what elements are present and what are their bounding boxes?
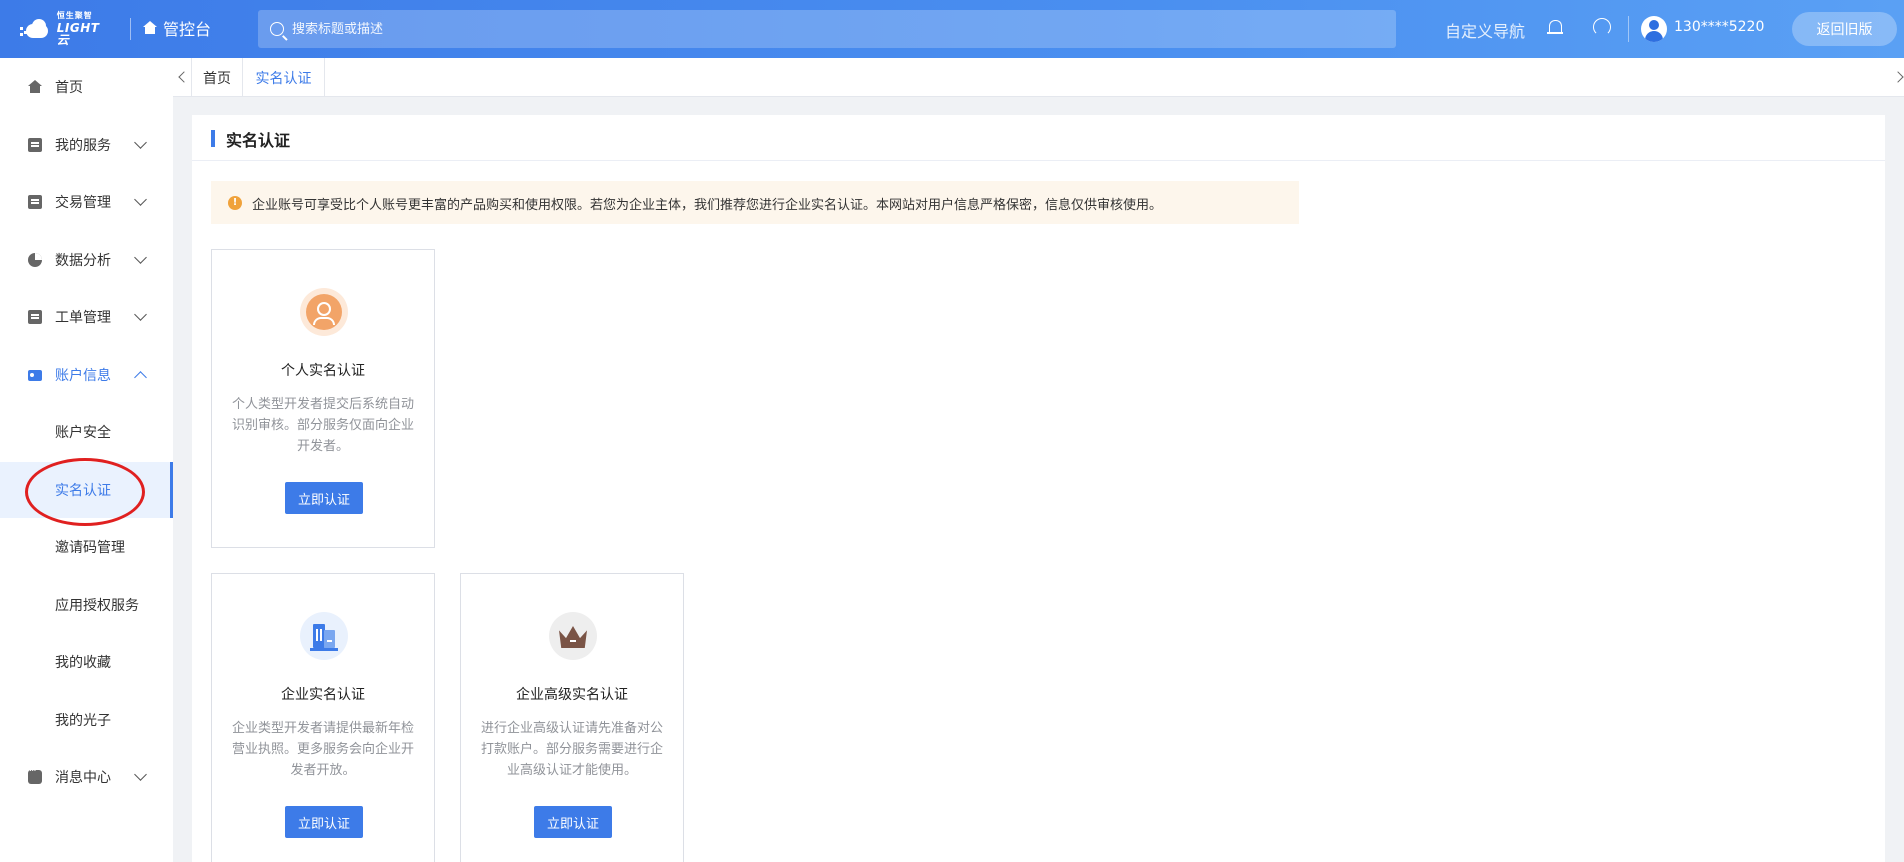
sidebar-item-trade[interactable]: 交易管理 (0, 182, 173, 222)
headset-icon[interactable] (1593, 18, 1611, 36)
sidebar-item-label: 数据分析 (55, 253, 111, 269)
card-description: 进行企业高级认证请先准备对公打款账户。部分服务需要进行企业高级认证才能使用。 (480, 721, 663, 778)
logo-big-text: LIGHT云 (56, 21, 100, 47)
sidebar-item-label: 首页 (55, 80, 83, 96)
trade-icon (28, 195, 42, 209)
card-title: 企业实名认证 (281, 687, 365, 703)
tab-scroll-right-icon[interactable] (1894, 58, 1904, 97)
sidebar-subitem-label: 我的收藏 (55, 655, 111, 671)
main-content: 实名认证 ! 企业账号可享受比个人账号更丰富的产品购买和使用权限。若您为企业主体… (192, 115, 1885, 862)
sidebar-subitem-label: 应用授权服务 (55, 598, 139, 614)
id-card-icon (28, 370, 42, 381)
verify-now-button[interactable]: 立即认证 (285, 482, 363, 514)
sidebar-item-messages[interactable]: 消息中心 (0, 757, 173, 797)
bell-icon[interactable] (1547, 19, 1563, 37)
message-icon (28, 766, 42, 784)
cloud-logo-icon (20, 18, 53, 40)
sidebar-item-tickets[interactable]: 工单管理 (0, 297, 173, 337)
sidebar-item-my-services[interactable]: 我的服务 (0, 125, 173, 165)
header-divider (130, 18, 131, 40)
tab-realname[interactable]: 实名认证 (243, 58, 325, 97)
sidebar-item-label: 消息中心 (55, 770, 111, 786)
home-icon (143, 21, 157, 35)
sidebar: 首页 我的服务 交易管理 数据分析 工单管理 账户信息 账户安全 实名认证 邀请… (0, 58, 173, 862)
sidebar-subitem-photons[interactable]: 我的光子 (0, 692, 173, 748)
pie-chart-icon (28, 253, 42, 267)
sidebar-subitem-security[interactable]: 账户安全 (0, 404, 173, 460)
verify-now-button[interactable]: 立即认证 (534, 806, 612, 838)
page-title: 实名认证 (226, 131, 291, 150)
custom-nav-link[interactable]: 自定义导航 (1445, 18, 1525, 42)
chevron-down-icon (134, 193, 147, 206)
service-icon (28, 138, 42, 152)
user-phone[interactable]: 130****5220 (1674, 19, 1764, 35)
search-bar[interactable] (258, 10, 1396, 48)
logo-small-text: 恒生聚智 (56, 11, 93, 20)
sidebar-item-label: 账户信息 (55, 368, 111, 384)
card-personal: 个人实名认证 个人类型开发者提交后系统自动识别审核。部分服务仅面向企业开发者。 … (211, 249, 435, 548)
sidebar-item-label: 交易管理 (55, 195, 111, 211)
sidebar-subitem-favorites[interactable]: 我的收藏 (0, 634, 173, 690)
sidebar-item-label: 我的服务 (55, 138, 111, 154)
person-icon (300, 288, 348, 336)
card-title: 企业高级实名认证 (516, 687, 628, 703)
title-accent-bar (211, 130, 215, 147)
sidebar-subitem-realname[interactable]: 实名认证 (0, 462, 173, 518)
notice-text: 企业账号可享受比个人账号更丰富的产品购买和使用权限。若您为企业主体，我们推荐您进… (252, 198, 1163, 213)
top-bar: 恒生聚智 LIGHT云 管控台 自定义导航 130****5220 返回旧版 (0, 0, 1904, 58)
logo[interactable]: 恒生聚智 LIGHT云 (20, 11, 110, 47)
crown-icon (549, 612, 597, 660)
sidebar-subitem-label: 实名认证 (55, 483, 111, 499)
sidebar-item-home[interactable]: 首页 (0, 67, 173, 107)
warning-icon: ! (228, 196, 242, 210)
sidebar-item-account[interactable]: 账户信息 (0, 355, 173, 395)
card-description: 个人类型开发者提交后系统自动识别审核。部分服务仅面向企业开发者。 (231, 397, 414, 454)
sidebar-item-label: 工单管理 (55, 310, 111, 326)
sidebar-subitem-auth-service[interactable]: 应用授权服务 (0, 577, 173, 633)
chevron-down-icon (134, 308, 147, 321)
verify-now-button[interactable]: 立即认证 (285, 806, 363, 838)
console-label: 管控台 (163, 20, 212, 39)
back-to-old-version-button[interactable]: 返回旧版 (1792, 12, 1897, 46)
sidebar-item-analytics[interactable]: 数据分析 (0, 240, 173, 280)
sidebar-subitem-invite[interactable]: 邀请码管理 (0, 519, 173, 575)
home-icon (28, 80, 42, 94)
card-title: 个人实名认证 (281, 363, 365, 379)
notice-banner: ! 企业账号可享受比个人账号更丰富的产品购买和使用权限。若您为企业主体，我们推荐… (211, 181, 1299, 224)
chevron-down-icon (134, 768, 147, 781)
header-divider-right (1628, 16, 1629, 42)
card-description: 企业类型开发者请提供最新年检营业执照。更多服务会向企业开发者开放。 (231, 721, 414, 778)
chevron-down-icon (134, 251, 147, 264)
tab-scroll-left-icon[interactable] (173, 58, 192, 97)
content-header: 实名认证 (192, 115, 1885, 161)
search-icon (270, 22, 284, 36)
tab-home[interactable]: 首页 (192, 58, 243, 97)
tab-bar: 首页 实名认证 (173, 58, 1904, 97)
search-input[interactable] (292, 21, 1192, 37)
console-link[interactable]: 管控台 (143, 16, 211, 40)
chevron-up-icon (134, 371, 147, 384)
sidebar-subitem-label: 账户安全 (55, 425, 111, 441)
avatar[interactable] (1641, 16, 1667, 42)
sidebar-subitem-label: 我的光子 (55, 713, 111, 729)
chevron-down-icon (134, 136, 147, 149)
building-icon (300, 612, 348, 660)
sidebar-subitem-label: 邀请码管理 (55, 540, 125, 556)
clipboard-icon (28, 310, 42, 324)
card-enterprise-advanced: 企业高级实名认证 进行企业高级认证请先准备对公打款账户。部分服务需要进行企业高级… (460, 573, 684, 862)
card-enterprise: 企业实名认证 企业类型开发者请提供最新年检营业执照。更多服务会向企业开发者开放。… (211, 573, 435, 862)
